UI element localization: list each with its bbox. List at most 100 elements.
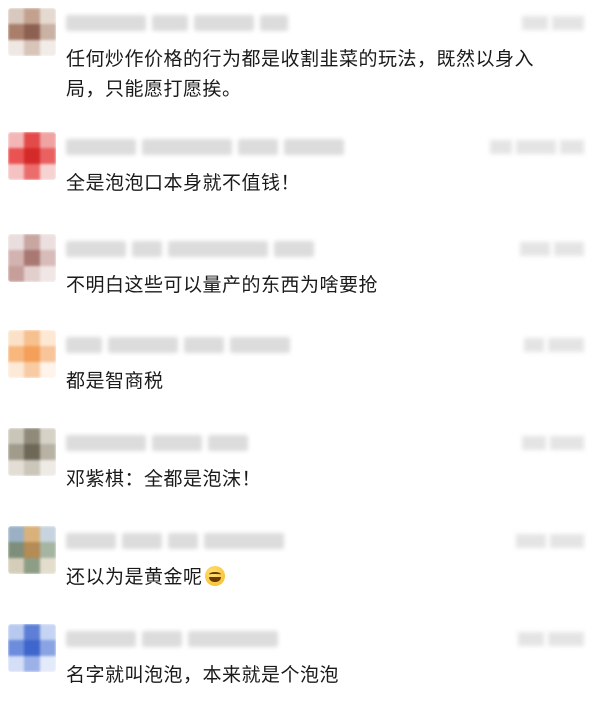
username-redacted[interactable]: [66, 136, 344, 158]
timestamp-redacted: [516, 534, 584, 548]
avatar-pixel: [8, 40, 24, 56]
avatar-pixel: [40, 346, 56, 362]
avatar-mosaic: [8, 8, 56, 56]
avatar-pixel: [8, 234, 24, 250]
comment-item: 全是泡泡口本身就不值钱！: [0, 132, 600, 232]
avatar-pixel: [40, 460, 56, 476]
avatar-mosaic: [8, 526, 56, 574]
timestamp-redacted: [522, 436, 584, 450]
avatar-pixel: [24, 40, 40, 56]
avatar-pixel: [40, 444, 56, 460]
avatar-pixel: [24, 542, 40, 558]
avatar-pixel: [8, 132, 24, 148]
avatar-pixel: [8, 362, 24, 378]
comment-item: 邓紫棋：全都是泡沫！: [0, 428, 600, 528]
avatar-pixel: [8, 330, 24, 346]
avatar[interactable]: [8, 624, 56, 672]
username-redacted[interactable]: [66, 334, 290, 356]
timestamp-redacted: [520, 242, 584, 256]
avatar-pixel: [24, 148, 40, 164]
avatar-pixel: [40, 250, 56, 266]
avatar-pixel: [24, 656, 40, 672]
comment-text: 邓紫棋：全都是泡沫！: [66, 468, 262, 490]
avatar[interactable]: [8, 428, 56, 476]
avatar-pixel: [8, 542, 24, 558]
username-redacted[interactable]: [66, 238, 314, 260]
avatar-pixel: [40, 132, 56, 148]
avatar-pixel: [8, 164, 24, 180]
avatar-pixel: [40, 330, 56, 346]
avatar-pixel: [24, 428, 40, 444]
avatar-pixel: [8, 640, 24, 656]
avatar-pixel: [24, 362, 40, 378]
avatar-pixel: [8, 624, 24, 640]
avatar-pixel: [40, 8, 56, 24]
avatar-pixel: [8, 460, 24, 476]
timestamp-redacted: [518, 632, 584, 646]
avatar-pixel: [24, 558, 40, 574]
avatar-pixel: [24, 346, 40, 362]
avatar-pixel: [40, 624, 56, 640]
avatar[interactable]: [8, 526, 56, 574]
avatar-pixel: [8, 428, 24, 444]
avatar-pixel: [40, 266, 56, 282]
avatar-pixel: [40, 234, 56, 250]
timestamp-redacted: [522, 16, 584, 30]
avatar-pixel: [24, 624, 40, 640]
avatar-pixel: [24, 250, 40, 266]
avatar-pixel: [40, 656, 56, 672]
avatar-pixel: [40, 148, 56, 164]
avatar-pixel: [24, 444, 40, 460]
avatar[interactable]: [8, 330, 56, 378]
avatar-mosaic: [8, 132, 56, 180]
avatar-pixel: [24, 234, 40, 250]
avatar[interactable]: [8, 8, 56, 56]
avatar-pixel: [24, 8, 40, 24]
comment-item: 还以为是黄金呢: [0, 526, 600, 626]
avatar-pixel: [24, 132, 40, 148]
avatar-mosaic: [8, 624, 56, 672]
avatar[interactable]: [8, 234, 56, 282]
comment-item: 不明白这些可以量产的东西为啥要抢: [0, 234, 600, 334]
timestamp-redacted: [524, 338, 584, 352]
avatar-pixel: [40, 362, 56, 378]
avatar-mosaic: [8, 234, 56, 282]
username-redacted[interactable]: [66, 432, 248, 454]
comment-text-line: 任何炒作价格的行为都是收割韭菜的玩法，既然以身入: [66, 48, 535, 70]
avatar-pixel: [8, 444, 24, 460]
comment-item: 都是智商税: [0, 330, 600, 430]
avatar-pixel: [24, 266, 40, 282]
comment-list: 任何炒作价格的行为都是收割韭菜的玩法，既然以身入 局，只能愿打愿挨。 全是泡泡口…: [0, 0, 600, 700]
comment-text: 任何炒作价格的行为都是收割韭菜的玩法，既然以身入 局，只能愿打愿挨。: [66, 44, 566, 104]
avatar-pixel: [24, 526, 40, 542]
avatar-pixel: [8, 346, 24, 362]
avatar-pixel: [24, 164, 40, 180]
avatar[interactable]: [8, 132, 56, 180]
avatar-mosaic: [8, 428, 56, 476]
username-redacted[interactable]: [66, 628, 278, 650]
username-redacted[interactable]: [66, 530, 284, 552]
comment-text: 全是泡泡口本身就不值钱！: [66, 172, 301, 194]
avatar-pixel: [8, 8, 24, 24]
avatar-pixel: [40, 24, 56, 40]
avatar-mosaic: [8, 330, 56, 378]
laughing-tears-emoji-icon: [204, 566, 225, 586]
comment-text-line: 局，只能愿打愿挨。: [66, 78, 242, 100]
username-redacted[interactable]: [66, 12, 288, 34]
comment-item: 任何炒作价格的行为都是收割韭菜的玩法，既然以身入 局，只能愿打愿挨。: [0, 8, 600, 108]
comment-item: 名字就叫泡泡，本来就是个泡泡: [0, 624, 600, 724]
avatar-pixel: [40, 428, 56, 444]
avatar-pixel: [40, 640, 56, 656]
avatar-pixel: [24, 460, 40, 476]
avatar-pixel: [8, 148, 24, 164]
avatar-pixel: [8, 266, 24, 282]
comment-text: 名字就叫泡泡，本来就是个泡泡: [66, 664, 340, 686]
avatar-pixel: [8, 250, 24, 266]
avatar-pixel: [40, 558, 56, 574]
comment-text: 还以为是黄金呢: [66, 562, 566, 592]
avatar-pixel: [40, 40, 56, 56]
avatar-pixel: [24, 330, 40, 346]
avatar-pixel: [8, 526, 24, 542]
avatar-pixel: [8, 24, 24, 40]
comment-text: 不明白这些可以量产的东西为啥要抢: [66, 274, 379, 296]
